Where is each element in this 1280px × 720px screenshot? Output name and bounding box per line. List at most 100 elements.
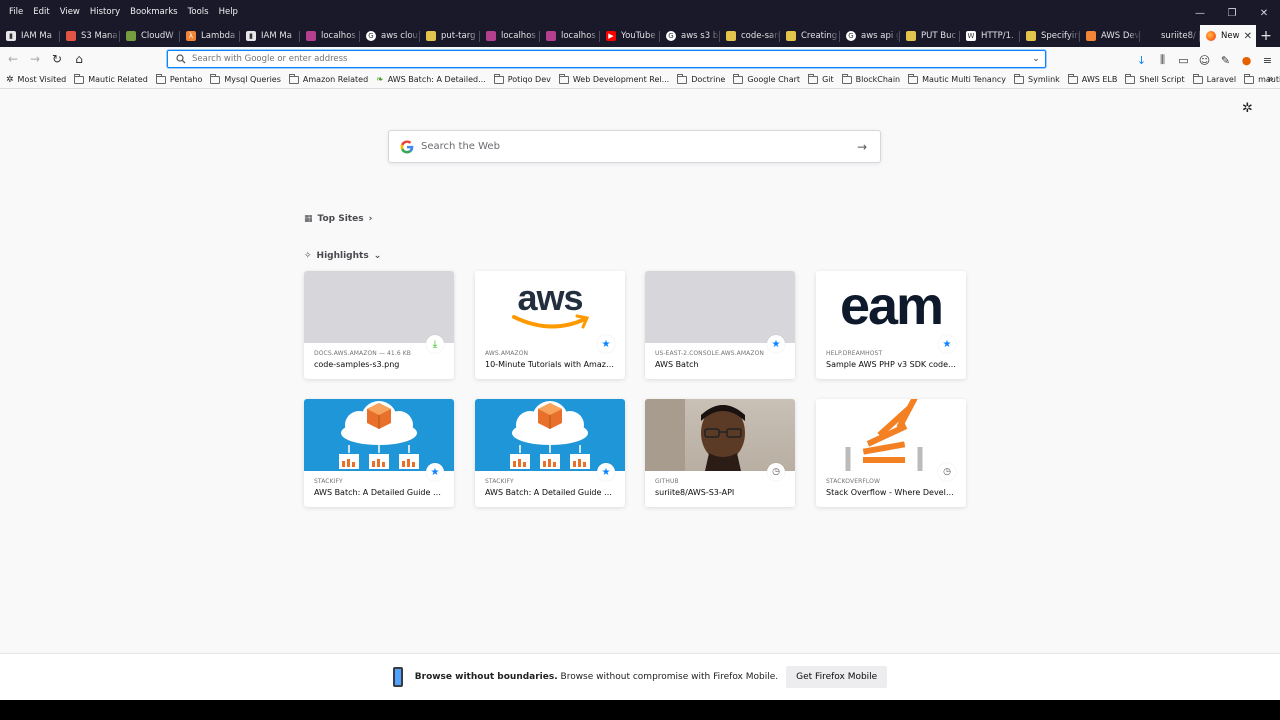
bookmark-item[interactable]: ❧ AWS Batch: A Detailed... xyxy=(376,75,486,85)
menu-help[interactable]: Help xyxy=(214,4,243,20)
bookmark-label: Mysql Queries xyxy=(224,75,281,84)
new-tab-button[interactable]: + xyxy=(1256,26,1276,46)
bookmarks-overflow-icon[interactable]: » xyxy=(1267,72,1274,85)
bookmark-item[interactable]: mautic Theme xyxy=(1244,73,1280,84)
reload-button[interactable]: ↻ xyxy=(46,48,68,70)
bookmark-item[interactable]: Pentaho xyxy=(155,73,202,84)
library-icon[interactable]: ⫼ xyxy=(1152,49,1173,71)
minimize-button[interactable]: — xyxy=(1184,2,1216,24)
browser-tab[interactable]: CloudW xyxy=(120,25,180,47)
title-bar: File Edit View History Bookmarks Tools H… xyxy=(0,0,1280,47)
browser-tab[interactable]: AWS Dev xyxy=(1080,25,1140,47)
bookmark-item[interactable]: Doctrine xyxy=(677,73,726,84)
bookmark-item[interactable]: Shell Script xyxy=(1125,73,1185,84)
bookmark-item[interactable]: Mautic Related xyxy=(74,73,148,84)
localhost-icon xyxy=(486,31,496,41)
sidebar-icon[interactable]: ▭ xyxy=(1173,49,1194,71)
browser-tab[interactable]: Gaws api g xyxy=(840,25,900,47)
search-go-arrow-icon[interactable]: → xyxy=(852,140,872,154)
card-title: AWS Batch: A Detailed Guide to Ki... xyxy=(314,488,444,497)
bookmark-item[interactable]: Amazon Related xyxy=(288,73,368,84)
web-search-input[interactable] xyxy=(421,141,852,152)
browser-tab[interactable]: ▶ YouTube xyxy=(600,25,660,47)
browser-tab[interactable]: Gaws s3 b xyxy=(660,25,720,47)
bookmark-item[interactable]: Web Development Rel... xyxy=(558,73,669,84)
url-input[interactable] xyxy=(190,54,1027,64)
tab-label: New xyxy=(1221,31,1240,41)
bookmark-label: Doctrine xyxy=(691,75,726,84)
bookmark-item[interactable]: BlockChain xyxy=(841,73,900,84)
card-host: STACKOVERFLOW xyxy=(826,478,881,485)
highlight-card[interactable]: STACKIFY AWS Batch: A Detailed Guide to K… xyxy=(475,399,625,507)
browser-tab[interactable]: localhos xyxy=(300,25,360,47)
s3-icon xyxy=(66,31,76,41)
menu-bookmarks[interactable]: Bookmarks xyxy=(125,4,183,20)
highlight-card[interactable]: US-EAST-2.CONSOLE.AWS.AMAZON AWS Batch ★ xyxy=(645,271,795,379)
most-visited-icon: ✲ xyxy=(6,74,14,85)
browser-tab[interactable]: PUT Buc xyxy=(900,25,960,47)
top-sites-header[interactable]: ▦ Top Sites › xyxy=(304,214,372,224)
bookmark-item[interactable]: Symlink xyxy=(1014,73,1060,84)
tab-label: S3 Mana xyxy=(81,31,118,41)
browser-tab[interactable]: New ✕ xyxy=(1200,25,1256,47)
card-host: DOCS.AWS.AMAZON — 41.6 KB xyxy=(314,350,412,357)
browser-tab[interactable]: λ Lambda xyxy=(180,25,240,47)
forward-button[interactable]: → xyxy=(24,48,46,70)
highlights-header[interactable]: ✧ Highlights ⌄ xyxy=(304,251,381,261)
bookmark-item[interactable]: Git xyxy=(808,73,834,84)
addon-icon[interactable]: ● xyxy=(1236,49,1257,71)
card-title: AWS Batch xyxy=(655,360,699,369)
home-button[interactable]: ⌂ xyxy=(68,48,90,70)
extension-icon[interactable]: ✎ xyxy=(1215,49,1236,71)
tab-label: localhos xyxy=(501,31,536,41)
browser-tab[interactable]: localhos xyxy=(480,25,540,47)
browser-tab[interactable]: Specifyin xyxy=(1020,25,1080,47)
window-controls: — ❐ ✕ xyxy=(1184,2,1280,24)
browser-tab[interactable]: S3 Mana xyxy=(60,25,120,47)
hamburger-menu-icon[interactable]: ≡ xyxy=(1257,49,1278,71)
highlight-card[interactable]: GITHUB suriite8/AWS-S3-API ◷ xyxy=(645,399,795,507)
menu-edit[interactable]: Edit xyxy=(28,4,54,20)
close-window-button[interactable]: ✕ xyxy=(1248,2,1280,24)
page-icon xyxy=(906,31,916,41)
account-icon[interactable]: ☺ xyxy=(1194,49,1215,71)
download-icon: ⤓ xyxy=(426,335,444,353)
close-tab-icon[interactable]: ✕ xyxy=(1244,31,1252,42)
highlight-card[interactable]: aws AWS.AMAZON 10-Minute Tutorials with Am… xyxy=(475,271,625,379)
settings-gear-icon[interactable]: ✲ xyxy=(1242,101,1253,116)
url-dropdown-icon[interactable]: ⌄ xyxy=(1027,54,1045,64)
bookmark-item[interactable]: Potiqo Dev xyxy=(493,73,551,84)
back-button[interactable]: ← xyxy=(2,48,24,70)
browser-tab[interactable]: W HTTP/1. xyxy=(960,25,1020,47)
menu-file[interactable]: File xyxy=(4,4,28,20)
browser-tab[interactable]: code-sam xyxy=(720,25,780,47)
web-search-box[interactable]: → xyxy=(388,130,881,163)
browser-tab[interactable]: localhos xyxy=(540,25,600,47)
bookmark-item[interactable]: Google Chart xyxy=(733,73,800,84)
browser-tab[interactable]: Gaws clou xyxy=(360,25,420,47)
browser-tab[interactable]: Creating xyxy=(780,25,840,47)
folder-icon xyxy=(677,73,688,84)
highlight-card[interactable]: STACKIFY AWS Batch: A Detailed Guide to K… xyxy=(304,399,454,507)
browser-tab[interactable]: suriite8/ xyxy=(1140,25,1200,47)
restore-button[interactable]: ❐ xyxy=(1216,2,1248,24)
menu-tools[interactable]: Tools xyxy=(183,4,214,20)
url-bar[interactable]: ⌄ xyxy=(167,50,1046,68)
get-firefox-mobile-button[interactable]: Get Firefox Mobile xyxy=(786,666,888,688)
bookmark-item[interactable]: AWS ELB xyxy=(1067,73,1117,84)
bookmark-item[interactable]: ✲ Most Visited xyxy=(6,75,66,85)
highlight-card[interactable]: eam HELP.DREAMHOST Sample AWS PHP v3 SDK c… xyxy=(816,271,966,379)
bookmark-item[interactable]: Mysql Queries xyxy=(210,73,281,84)
bookmark-label: Most Visited xyxy=(17,75,67,84)
menu-view[interactable]: View xyxy=(55,4,85,20)
highlight-card[interactable]: DOCS.AWS.AMAZON — 41.6 KB code-samples-s3… xyxy=(304,271,454,379)
bookmark-item[interactable]: Mautic Multi Tenancy xyxy=(908,73,1006,84)
browser-tab[interactable]: ▮ IAM Ma xyxy=(0,25,60,47)
browser-tab[interactable]: ▮ IAM Ma xyxy=(240,25,300,47)
bookmark-item[interactable]: Laravel xyxy=(1192,73,1236,84)
browser-tab[interactable]: put-targ xyxy=(420,25,480,47)
downloads-icon[interactable]: ↓ xyxy=(1131,49,1152,71)
google-icon: G xyxy=(846,31,856,41)
highlight-card[interactable]: STACKOVERFLOW Stack Overflow - Where Deve… xyxy=(816,399,966,507)
menu-history[interactable]: History xyxy=(85,4,125,20)
